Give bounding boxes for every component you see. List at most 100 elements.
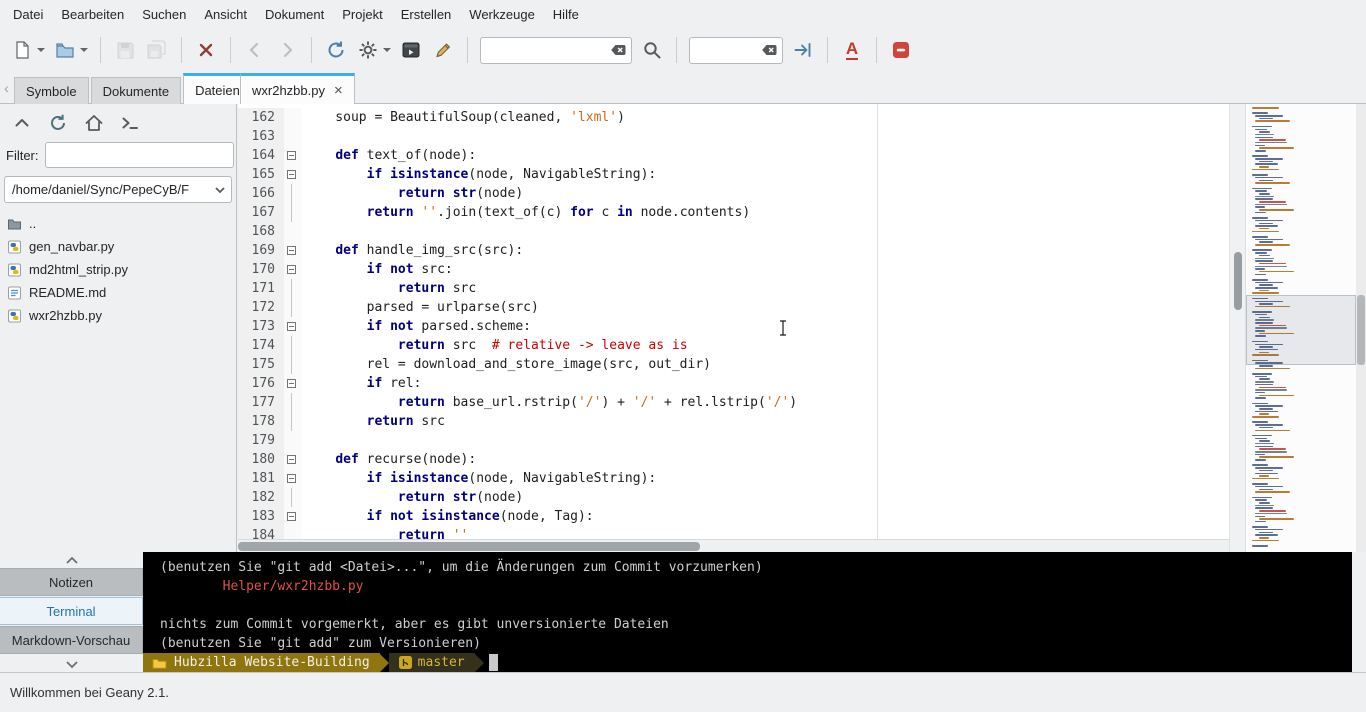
editor-area[interactable]: 162 soup = BeautifulSoup(cleaned, 'lxml'… bbox=[238, 104, 1229, 552]
hscrollbar-thumb[interactable] bbox=[238, 542, 700, 551]
search-entry-input[interactable] bbox=[489, 42, 608, 58]
code-line-174[interactable]: 174 return src # relative -> leave as is bbox=[238, 336, 1229, 355]
menu-erstellen[interactable]: Erstellen bbox=[392, 2, 461, 27]
compile-button[interactable] bbox=[321, 35, 351, 65]
search-entry[interactable] bbox=[480, 36, 632, 64]
vscrollbar-thumb[interactable] bbox=[1234, 252, 1242, 310]
file-item-wxr2hzbb-py[interactable]: wxr2hzbb.py bbox=[0, 304, 236, 327]
fold-collapse-icon[interactable] bbox=[287, 322, 296, 331]
menu-dokument[interactable]: Dokument bbox=[256, 2, 333, 27]
fold-collapse-icon[interactable] bbox=[287, 246, 296, 255]
open-file-dropdown-button[interactable] bbox=[77, 35, 91, 65]
bottom-tab-terminal[interactable]: Terminal bbox=[0, 597, 143, 625]
quit-button[interactable] bbox=[886, 35, 916, 65]
editor-vscrollbar[interactable] bbox=[1229, 104, 1245, 552]
file-item-md2html-strip-py[interactable]: md2html_strip.py bbox=[0, 258, 236, 281]
code-line-168[interactable]: 168 bbox=[238, 222, 1229, 241]
code-line-178[interactable]: 178 return src bbox=[238, 412, 1229, 431]
editor-tab-wxr2hzbb[interactable]: wxr2hzbb.py × bbox=[240, 73, 355, 104]
menu-suchen[interactable]: Suchen bbox=[133, 2, 195, 27]
fold-margin[interactable] bbox=[284, 260, 301, 279]
open-file-button[interactable] bbox=[50, 35, 80, 65]
chevron-down-icon[interactable] bbox=[234, 147, 237, 163]
fold-margin[interactable] bbox=[284, 507, 301, 526]
code-line-177[interactable]: 177 return base_url.rstrip('/') + '/' + … bbox=[238, 393, 1229, 412]
build-button[interactable] bbox=[353, 35, 383, 65]
code-line-165[interactable]: 165 if isinstance(node, NavigableString)… bbox=[238, 165, 1229, 184]
sidebar-tab-symbole[interactable]: Symbole bbox=[14, 77, 89, 104]
fold-collapse-icon[interactable] bbox=[287, 265, 296, 274]
code-line-183[interactable]: 183 if not isinstance(node, Tag): bbox=[238, 507, 1229, 526]
chevron-down-icon[interactable] bbox=[209, 182, 231, 198]
fold-collapse-icon[interactable] bbox=[287, 170, 296, 179]
code-line-181[interactable]: 181 if isinstance(node, NavigableString)… bbox=[238, 469, 1229, 488]
tab-close-icon[interactable]: × bbox=[334, 83, 343, 98]
code-line-175[interactable]: 175 rel = download_and_store_image(src, … bbox=[238, 355, 1229, 374]
fold-margin[interactable] bbox=[284, 146, 301, 165]
filter-entry[interactable] bbox=[44, 142, 234, 168]
code-line-166[interactable]: 166 return str(node) bbox=[238, 184, 1229, 203]
fold-margin[interactable] bbox=[284, 450, 301, 469]
file-item-gen-navbar-py[interactable]: gen_navbar.py bbox=[0, 235, 236, 258]
terminal-scrollbar[interactable] bbox=[1352, 552, 1366, 672]
menu-ansicht[interactable]: Ansicht bbox=[195, 2, 256, 27]
sidebar-tabs-scroll-left-icon[interactable]: ‹ bbox=[0, 80, 13, 103]
code-line-167[interactable]: 167 return ''.join(text_of(c) for c in n… bbox=[238, 203, 1229, 222]
code-minimap[interactable] bbox=[1245, 104, 1356, 552]
bottom-tab-notizen[interactable]: Notizen bbox=[0, 568, 143, 596]
up-button[interactable] bbox=[9, 111, 35, 135]
goto-entry-input[interactable] bbox=[698, 42, 759, 58]
filter-input[interactable] bbox=[53, 147, 230, 163]
clear-icon[interactable] bbox=[608, 40, 628, 60]
font-button[interactable]: A bbox=[837, 35, 867, 65]
home-button[interactable] bbox=[81, 111, 107, 135]
set-path-button[interactable] bbox=[117, 111, 143, 135]
sidebar-tab-dokumente[interactable]: Dokumente bbox=[90, 77, 182, 104]
code-line-169[interactable]: 169 def handle_img_src(src): bbox=[238, 241, 1229, 260]
new-file-button[interactable] bbox=[7, 35, 37, 65]
editor-hscrollbar[interactable] bbox=[238, 539, 1229, 552]
fold-margin[interactable] bbox=[284, 374, 301, 393]
goto-line-button[interactable] bbox=[788, 35, 818, 65]
code-line-179[interactable]: 179 bbox=[238, 431, 1229, 450]
code-line-173[interactable]: 173 if not parsed.scheme: bbox=[238, 317, 1229, 336]
path-combobox[interactable]: /home/daniel/Sync/PepeCyB/F bbox=[4, 176, 232, 203]
close-file-button[interactable] bbox=[191, 35, 221, 65]
goto-entry[interactable] bbox=[689, 36, 783, 64]
fold-margin[interactable] bbox=[284, 317, 301, 336]
fold-collapse-icon[interactable] bbox=[287, 151, 296, 160]
menu-projekt[interactable]: Projekt bbox=[333, 2, 391, 27]
fold-margin[interactable] bbox=[284, 241, 301, 260]
fold-collapse-icon[interactable] bbox=[287, 379, 296, 388]
chevron-up-icon[interactable] bbox=[0, 552, 143, 567]
clear-icon[interactable] bbox=[759, 40, 779, 60]
code-line-162[interactable]: 162 soup = BeautifulSoup(cleaned, 'lxml'… bbox=[238, 108, 1229, 127]
code-line-180[interactable]: 180 def recurse(node): bbox=[238, 450, 1229, 469]
search-button[interactable] bbox=[637, 35, 667, 65]
color-chooser-button[interactable] bbox=[428, 35, 458, 65]
menu-datei[interactable]: Datei bbox=[4, 2, 52, 27]
code-line-176[interactable]: 176 if rel: bbox=[238, 374, 1229, 393]
fold-collapse-icon[interactable] bbox=[287, 474, 296, 483]
fold-collapse-icon[interactable] bbox=[287, 455, 296, 464]
fold-collapse-icon[interactable] bbox=[287, 512, 296, 521]
menu-bearbeiten[interactable]: Bearbeiten bbox=[52, 2, 133, 27]
bottom-tab-markdown-vorschau[interactable]: Markdown-Vorschau bbox=[0, 626, 143, 654]
minimap-scrollbar[interactable] bbox=[1356, 104, 1366, 552]
code-line-182[interactable]: 182 return str(node) bbox=[238, 488, 1229, 507]
menu-werkzeuge[interactable]: Werkzeuge bbox=[460, 2, 544, 27]
file-item-readme-md[interactable]: README.md bbox=[0, 281, 236, 304]
code-line-171[interactable]: 171 return src bbox=[238, 279, 1229, 298]
fold-margin[interactable] bbox=[284, 165, 301, 184]
code-line-163[interactable]: 163 bbox=[238, 127, 1229, 146]
minimap-scrollbar-thumb[interactable] bbox=[1357, 295, 1365, 365]
menu-hilfe[interactable]: Hilfe bbox=[544, 2, 588, 27]
run-button[interactable] bbox=[396, 35, 426, 65]
terminal[interactable]: (benutzen Sie "git add <Datei>...", um d… bbox=[143, 552, 1352, 672]
code-line-164[interactable]: 164 def text_of(node): bbox=[238, 146, 1229, 165]
minimap-viewport[interactable] bbox=[1246, 295, 1356, 365]
code-line-170[interactable]: 170 if not src: bbox=[238, 260, 1229, 279]
fold-margin[interactable] bbox=[284, 469, 301, 488]
chevron-down-icon[interactable] bbox=[0, 657, 143, 672]
file-item--[interactable]: .. bbox=[0, 212, 236, 235]
